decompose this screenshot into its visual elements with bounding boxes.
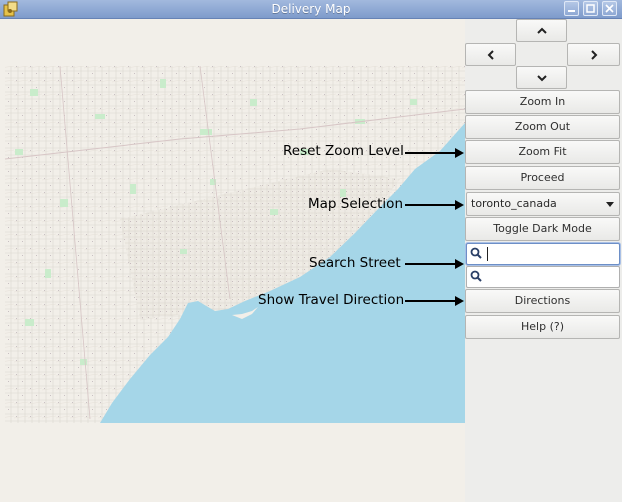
annotation-reset-zoom: Reset Zoom Level [283, 143, 404, 159]
pan-down-button[interactable] [516, 66, 567, 89]
minimize-button[interactable] [564, 1, 579, 16]
zoom-in-button[interactable]: Zoom In [465, 90, 620, 114]
window-title: Delivery Map [271, 2, 351, 16]
directions-button[interactable]: Directions [465, 289, 620, 313]
minimize-icon [568, 10, 575, 12]
search-street-input-2[interactable] [466, 266, 620, 288]
annotation-map-selection: Map Selection [308, 196, 403, 212]
toggle-dark-mode-button[interactable]: Toggle Dark Mode [465, 217, 620, 241]
help-button[interactable]: Help (?) [465, 315, 620, 339]
control-panel: Zoom In Zoom Out Zoom Fit Proceed toront… [465, 19, 622, 502]
pan-right-button[interactable] [567, 43, 620, 66]
map-selection-dropdown[interactable]: toronto_canada [466, 192, 620, 216]
search-icon [470, 270, 482, 282]
close-button[interactable] [602, 1, 617, 16]
arrow-icon [405, 296, 464, 306]
annotation-show-travel-direction: Show Travel Direction [258, 292, 405, 308]
search-icon [470, 247, 482, 259]
maximize-icon [586, 4, 595, 13]
proceed-button[interactable]: Proceed [465, 166, 620, 190]
title-bar[interactable]: Delivery Map [0, 0, 622, 19]
search-street-field-1[interactable] [485, 245, 619, 263]
map-selection-value: toronto_canada [471, 197, 557, 210]
search-street-input-1[interactable] [466, 243, 620, 265]
arrow-icon [405, 200, 464, 210]
pan-up-button[interactable] [516, 19, 567, 42]
chevron-left-icon [487, 49, 494, 60]
dropdown-arrow-icon [606, 202, 614, 207]
arrow-icon [405, 148, 464, 158]
zoom-fit-button[interactable]: Zoom Fit [465, 140, 620, 164]
close-icon [605, 4, 614, 13]
chevron-right-icon [590, 49, 597, 60]
pan-left-button[interactable] [465, 43, 516, 66]
zoom-out-button[interactable]: Zoom Out [465, 115, 620, 139]
chevron-down-icon [536, 74, 547, 81]
chevron-up-icon [536, 27, 547, 34]
search-street-field-2[interactable] [485, 268, 619, 286]
maximize-button[interactable] [583, 1, 598, 16]
arrow-icon [405, 259, 464, 269]
text-caret [487, 247, 488, 261]
annotation-search-street: Search Street [309, 255, 401, 271]
